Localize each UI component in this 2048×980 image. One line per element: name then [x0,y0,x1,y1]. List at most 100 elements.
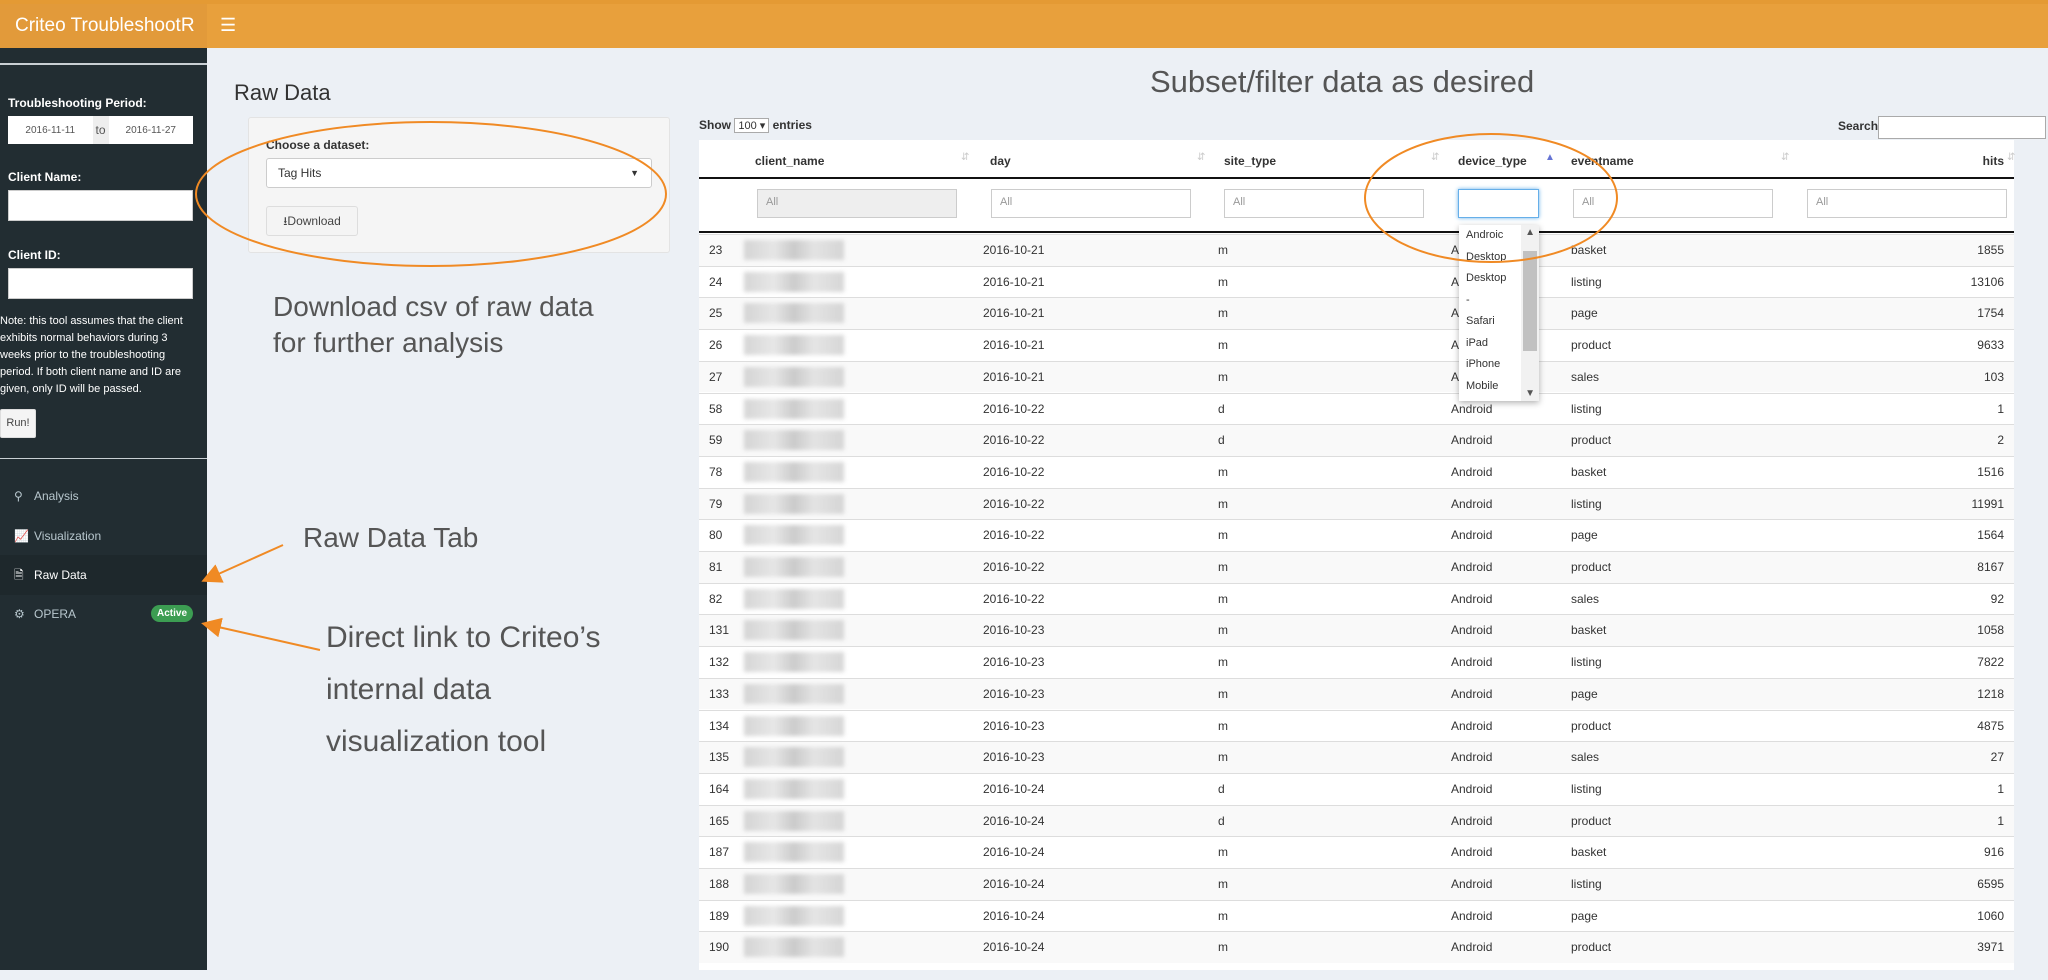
dropdown-option[interactable]: - [1459,290,1517,312]
length-select[interactable]: 100 ▾ [734,118,770,133]
table-row[interactable]: 188 2016-10-24 m Android listing 6595 [699,868,2014,900]
eventname-cell: basket [1571,623,1607,638]
sidebar-item-opera[interactable]: ⚙ OPERA Active [0,594,207,634]
filter-client-name[interactable]: All [757,189,957,218]
dropdown-option[interactable]: Desktop [1459,247,1517,269]
filter-site-type[interactable]: All [1224,189,1424,218]
client-name-label: Client Name: [8,170,82,184]
table-row[interactable]: 272016-10-21mAndroidsales103 [699,360,2014,393]
site-type-cell: m [1218,750,1228,765]
table-row[interactable]: 134 2016-10-23 m Android product 4875 [699,709,2014,742]
table-row[interactable]: 81 2016-10-22 m Android product 8167 [699,551,2014,583]
day-cell: 2016-10-21 [983,306,1045,321]
scroll-up-icon[interactable]: ▲ [1525,227,1535,238]
filter-day[interactable]: All [991,189,1191,218]
table-row[interactable]: 165 2016-10-24 d Android product 1 [699,804,2014,837]
sort-icon[interactable]: ⇵ [1781,152,1789,163]
dashboard-icon: ⚙ [14,607,25,621]
sort-icon[interactable]: ⇵ [1431,152,1439,163]
table-row[interactable]: 164 2016-10-24 d Android listing 1 [699,772,2014,805]
hits-cell: 1 [1997,813,2004,828]
table-row[interactable]: 79 2016-10-22 m Android listing 11991 [699,487,2014,520]
sidebar-item-analysis[interactable]: ⚲ Analysis [0,476,207,516]
table-row[interactable]: 58 2016-10-22 d Android listing 1 [699,392,2014,425]
row-id: 189 [709,908,730,923]
scrollbar[interactable]: ▲ ▼ [1521,225,1539,401]
length-value: 100 [738,120,757,132]
column-header-site-type[interactable]: site_type [1224,154,1276,168]
filter-device-type[interactable] [1458,189,1539,218]
annotation-opera: Direct link to Criteo’s internal data visu… [326,612,601,768]
scroll-down-icon[interactable]: ▼ [1525,388,1535,399]
day-cell: 2016-10-22 [983,560,1045,574]
eventname-cell: listing [1571,877,1602,891]
hits-cell: 4875 [1977,718,2004,733]
dataset-select[interactable]: Tag Hits ▼ [266,158,652,188]
dataset-value: Tag Hits [278,166,322,180]
table-row[interactable]: 78 2016-10-22 m Android basket 1516 [699,455,2014,488]
dropdown-option[interactable]: Safari [1459,311,1517,333]
client-id-input[interactable] [8,268,193,299]
dropdown-option[interactable]: Desktop [1459,268,1517,290]
hits-cell: 27 [1990,750,2004,765]
hits-cell: 1516 [1977,464,2004,479]
table-row[interactable]: 59 2016-10-22 d Android product 2 [699,424,2014,456]
hits-cell: 1218 [1977,686,2004,701]
device-type-cell: Android [1451,591,1493,606]
table-row[interactable]: 187 2016-10-24 m Android basket 916 [699,836,2014,868]
row-id: 78 [709,464,723,479]
hamburger-icon[interactable]: ☰ [220,15,236,36]
row-id: 80 [709,528,723,543]
column-header-device-type[interactable]: device_type [1458,154,1527,168]
day-cell: 2016-10-24 [983,845,1045,860]
client-name-redacted [744,303,844,324]
dropdown-option[interactable]: iPhone [1459,354,1517,376]
app-title[interactable]: Criteo TroubleshootR [0,4,207,48]
sidebar-item-label: Analysis [34,489,79,503]
table-row[interactable]: 135 2016-10-23 m Android sales 27 [699,741,2014,773]
client-name-redacted [744,525,844,546]
hits-cell: 1855 [1977,243,2004,257]
sidebar-item-visualization[interactable]: 📈 Visualization [0,516,207,556]
filter-eventname[interactable]: All [1573,189,1773,218]
sort-icon[interactable]: ⇵ [961,152,969,163]
eventname-cell: product [1571,940,1612,955]
column-header-client-name[interactable]: client_name [755,154,824,168]
run-button[interactable]: Run! [0,409,36,438]
sort-asc-icon[interactable]: ▲ [1545,152,1555,163]
search-input[interactable] [1878,116,2046,139]
table-row[interactable]: 242016-10-21mAndroidlisting13106 [699,265,2014,298]
device-type-dropdown[interactable]: Androic Desktop Desktop - Safari iPad iPhone Mo… [1459,225,1539,401]
dropdown-option[interactable]: Androic [1459,225,1517,247]
dropdown-option[interactable]: Mobile [1459,376,1517,398]
table-row[interactable]: 80 2016-10-22 m Android page 1564 [699,519,2014,551]
table-row[interactable]: 232016-10-21mAndroidbasket1855 [699,234,2014,266]
scrollbar-thumb[interactable] [1523,251,1537,351]
sort-icon[interactable]: ⇵ [2007,152,2015,163]
start-date-input[interactable]: 2016-11-11 [8,125,93,136]
device-type-cell: Android [1451,560,1493,574]
sidebar-item-raw-data[interactable]: 🗎 Raw Data [0,555,207,595]
table-row[interactable]: 132 2016-10-23 m Android listing 7822 [699,646,2014,678]
table-row[interactable]: 262016-10-21mAndroidproduct9633 [699,329,2014,361]
filter-hits[interactable]: All [1807,189,2007,218]
table-row[interactable]: 133 2016-10-23 m Android page 1218 [699,677,2014,710]
column-header-day[interactable]: day [990,154,1011,168]
dropdown-option[interactable]: iPad [1459,333,1517,355]
sort-icon[interactable]: ⇵ [1197,152,1205,163]
table-row[interactable]: 252016-10-21mAndroidpage1754 [699,297,2014,330]
table-row[interactable]: 82 2016-10-22 m Android sales 92 [699,582,2014,615]
column-header-hits[interactable]: hits [1983,154,2004,168]
row-id: 59 [709,433,723,448]
day-cell: 2016-10-23 [983,623,1045,638]
download-button[interactable]: ⭳Download [266,206,358,236]
client-name-input[interactable] [8,190,193,221]
annotation-line: Download csv of raw data [273,291,594,322]
table-row[interactable]: 190 2016-10-24 m Android product 3971 [699,931,2014,964]
column-header-eventname[interactable]: eventname [1571,154,1634,168]
table-row[interactable]: 189 2016-10-24 m Android page 1060 [699,899,2014,932]
end-date-input[interactable]: 2016-11-27 [109,125,194,136]
table-row[interactable]: 131 2016-10-23 m Android basket 1058 [699,614,2014,647]
client-name-redacted [744,652,844,673]
device-type-cell: Android [1451,623,1493,638]
